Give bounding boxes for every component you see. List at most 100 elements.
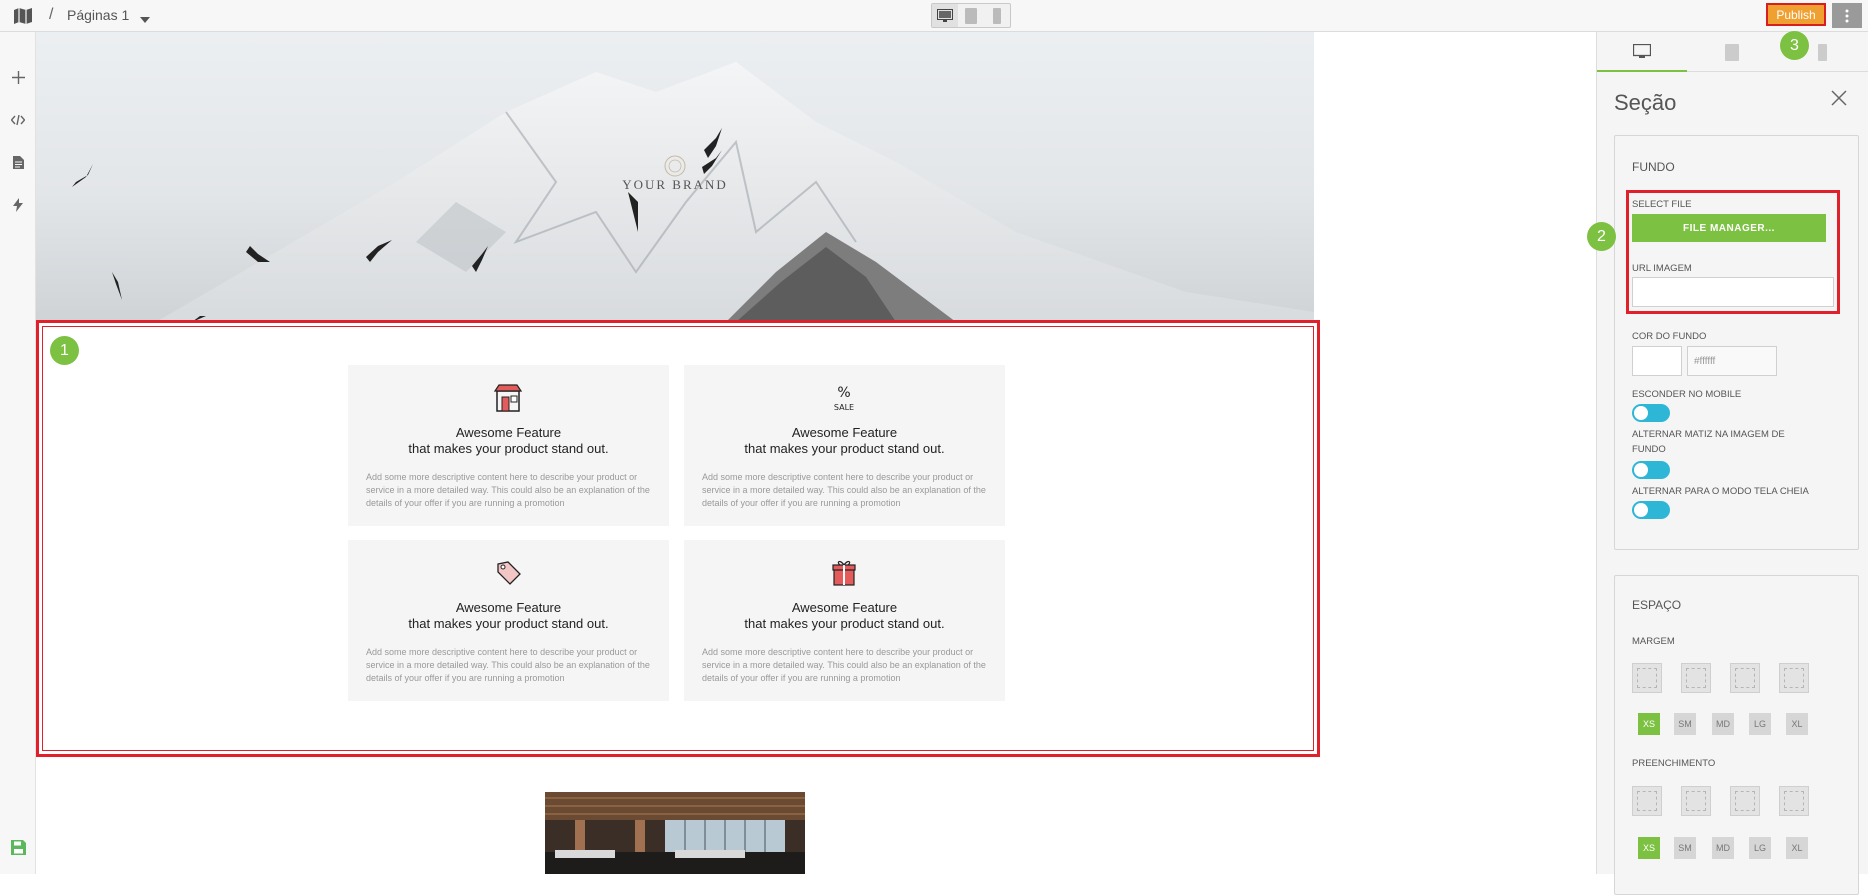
mobile-icon bbox=[1817, 43, 1827, 61]
map-icon[interactable] bbox=[13, 7, 33, 30]
padding-top-box[interactable] bbox=[1632, 786, 1662, 816]
add-block-button[interactable] bbox=[9, 68, 27, 86]
mobile-view-button[interactable] bbox=[984, 4, 1010, 27]
hide-mobile-toggle[interactable] bbox=[1632, 404, 1670, 422]
background-color-label: COR DO FUNDO bbox=[1632, 331, 1707, 342]
spacing-settings-card: ESPAÇO MARGEM XS SM MD LG XL PREENCHIMEN… bbox=[1614, 575, 1859, 895]
office-photo bbox=[545, 792, 805, 874]
tint-toggle[interactable] bbox=[1632, 461, 1670, 479]
panel-device-tabs bbox=[1597, 32, 1868, 72]
margin-breakpoint-md[interactable]: MD bbox=[1712, 713, 1734, 735]
lightning-icon bbox=[13, 198, 23, 212]
padding-breakpoint-xl[interactable]: XL bbox=[1786, 837, 1808, 859]
feature-title: Awesome Feature that makes your product … bbox=[684, 425, 1005, 457]
close-icon bbox=[1831, 90, 1847, 106]
feature-title-line1: Awesome Feature bbox=[455, 425, 562, 440]
feature-title-line1: Awesome Feature bbox=[791, 600, 898, 615]
file-selection-highlight bbox=[1626, 190, 1840, 314]
feature-card[interactable]: Awesome Feature that makes your product … bbox=[348, 365, 669, 526]
step-badge-2: 2 bbox=[1587, 222, 1616, 251]
margin-right-box[interactable] bbox=[1681, 663, 1711, 693]
more-options-button[interactable] bbox=[1832, 3, 1862, 28]
close-panel-button[interactable] bbox=[1831, 90, 1847, 111]
padding-right-box[interactable] bbox=[1681, 786, 1711, 816]
desktop-icon bbox=[1633, 43, 1651, 58]
feature-title-line1: Awesome Feature bbox=[791, 425, 898, 440]
margin-breakpoint-lg[interactable]: LG bbox=[1749, 713, 1771, 735]
feature-description: Add some more descriptive content here t… bbox=[702, 647, 986, 683]
code-icon bbox=[11, 115, 25, 125]
feature-card[interactable]: % SALE Awesome Feature that makes your pr… bbox=[684, 365, 1005, 526]
feature-title-line2: that makes your product stand out. bbox=[744, 441, 945, 456]
selected-features-section[interactable] bbox=[36, 320, 1320, 757]
desktop-view-button[interactable] bbox=[932, 4, 958, 27]
margin-top-box[interactable] bbox=[1632, 663, 1662, 693]
left-sidebar bbox=[0, 32, 36, 874]
top-toolbar: / Páginas 1 Publish bbox=[0, 0, 1868, 32]
hero-section[interactable]: YOUR BRAND bbox=[36, 32, 1314, 322]
svg-text:SALE: SALE bbox=[834, 403, 854, 412]
publish-button[interactable]: Publish bbox=[1766, 3, 1826, 26]
margin-bottom-box[interactable] bbox=[1730, 663, 1760, 693]
more-vertical-icon bbox=[1845, 9, 1849, 22]
padding-bottom-box[interactable] bbox=[1730, 786, 1760, 816]
sale-icon: % SALE bbox=[830, 383, 858, 413]
pages-button[interactable] bbox=[9, 153, 27, 171]
fullscreen-toggle-label: ALTERNAR PARA O MODO TELA CHEIA bbox=[1632, 486, 1809, 497]
color-swatch[interactable] bbox=[1632, 346, 1682, 376]
chevron-down-icon[interactable] bbox=[140, 10, 150, 28]
brand-logo-text: YOUR BRAND bbox=[622, 177, 728, 192]
desktop-icon bbox=[937, 8, 953, 22]
tab-desktop[interactable] bbox=[1597, 32, 1687, 72]
feature-title-line2: that makes your product stand out. bbox=[744, 616, 945, 631]
padding-breakpoint-xs[interactable]: XS bbox=[1638, 837, 1660, 859]
page-selector-label[interactable]: Páginas 1 bbox=[67, 7, 129, 23]
feature-description: Add some more descriptive content here t… bbox=[702, 472, 986, 508]
feature-card[interactable]: Awesome Feature that makes your product … bbox=[348, 540, 669, 701]
tag-icon bbox=[494, 558, 522, 588]
office-image[interactable] bbox=[545, 792, 805, 874]
spacing-heading: ESPAÇO bbox=[1632, 598, 1682, 612]
padding-left-box[interactable] bbox=[1779, 786, 1809, 816]
feature-description: Add some more descriptive content here t… bbox=[366, 647, 650, 683]
tablet-view-button[interactable] bbox=[958, 4, 984, 27]
svg-text:%: % bbox=[837, 385, 850, 401]
actions-button[interactable] bbox=[9, 196, 27, 214]
color-hex-input[interactable]: #ffffff bbox=[1687, 346, 1777, 376]
padding-label: PREENCHIMENTO bbox=[1632, 758, 1716, 769]
step-badge-3: 3 bbox=[1780, 31, 1809, 60]
padding-breakpoint-sm[interactable]: SM bbox=[1674, 837, 1696, 859]
tab-tablet[interactable] bbox=[1687, 32, 1777, 72]
feature-title-line1: Awesome Feature bbox=[455, 600, 562, 615]
padding-breakpoint-lg[interactable]: LG bbox=[1749, 837, 1771, 859]
margin-label: MARGEM bbox=[1632, 636, 1675, 647]
feature-description: Add some more descriptive content here t… bbox=[366, 472, 650, 508]
feature-title: Awesome Feature that makes your product … bbox=[348, 425, 669, 457]
padding-breakpoint-md[interactable]: MD bbox=[1712, 837, 1734, 859]
breadcrumb-separator: / bbox=[49, 6, 54, 23]
margin-breakpoint-sm[interactable]: SM bbox=[1674, 713, 1696, 735]
tablet-icon bbox=[965, 7, 977, 24]
editor-canvas: YOUR BRAND 1 Awesome Feature that makes … bbox=[36, 32, 1596, 874]
hide-mobile-label: ESCONDER NO MOBILE bbox=[1632, 389, 1742, 400]
plus-icon bbox=[11, 70, 25, 84]
panel-title: Seção bbox=[1614, 90, 1677, 115]
device-switcher bbox=[931, 3, 1011, 28]
margin-breakpoint-xs[interactable]: XS bbox=[1638, 713, 1660, 735]
code-editor-button[interactable] bbox=[9, 111, 27, 129]
margin-left-box[interactable] bbox=[1779, 663, 1809, 693]
feature-title: Awesome Feature that makes your product … bbox=[348, 600, 669, 632]
tablet-icon bbox=[1725, 43, 1739, 61]
margin-breakpoint-xl[interactable]: XL bbox=[1786, 713, 1808, 735]
feature-title-line2: that makes your product stand out. bbox=[408, 441, 609, 456]
tint-toggle-label: ALTERNAR MATIZ NA IMAGEM DE FUNDO bbox=[1632, 429, 1785, 455]
feature-card[interactable]: Awesome Feature that makes your product … bbox=[684, 540, 1005, 701]
feature-title: Awesome Feature that makes your product … bbox=[684, 600, 1005, 632]
step-badge-1: 1 bbox=[50, 336, 79, 365]
fullscreen-toggle[interactable] bbox=[1632, 501, 1670, 519]
file-icon bbox=[12, 155, 24, 169]
mobile-icon bbox=[993, 7, 1001, 24]
section-properties-panel: Seção FUNDO SELECT FILE FILE MANAGER... … bbox=[1596, 32, 1868, 895]
save-button[interactable] bbox=[9, 838, 27, 856]
background-heading: FUNDO bbox=[1632, 160, 1675, 174]
